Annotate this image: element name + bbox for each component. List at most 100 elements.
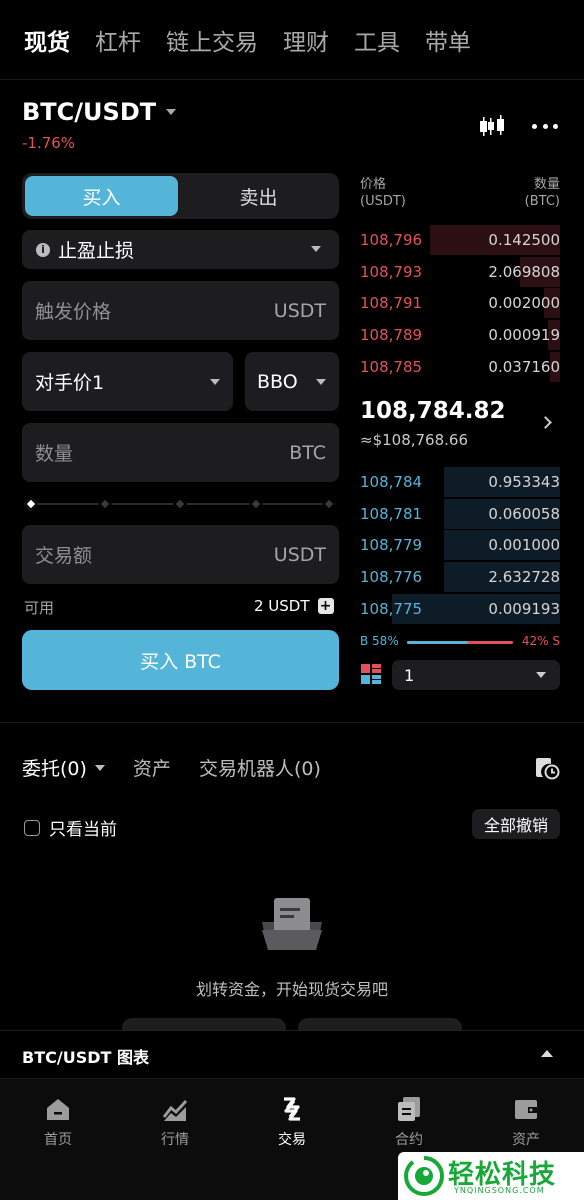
pair-selector[interactable]: BTC/USDT [22,98,177,126]
trigger-price-unit: USDT [273,299,326,322]
only-current-checkbox[interactable]: 只看当前 [24,815,117,840]
bbo-dropdown[interactable]: BBO [245,352,339,411]
trade-icon [284,1097,300,1121]
nav-assets-label: 资产 [512,1132,540,1148]
available-balance: 2 USDT + [254,597,334,615]
bid-qty: 0.009193 [488,599,560,618]
watermark-logo-icon [404,1156,444,1196]
slider-stop-25[interactable] [97,496,113,512]
amount-placeholder: 交易额 [35,545,93,567]
ask-row[interactable]: 108,785 0.037160 [360,351,560,382]
nav-markets-label: 行情 [161,1132,189,1148]
amount-input[interactable]: 交易额 USDT [22,525,339,584]
ask-row[interactable]: 108,796 0.142500 [360,225,560,255]
buy-btc-button[interactable]: 买入 BTC [22,630,339,690]
available-label: 可用 [24,599,55,617]
trigger-price-placeholder: 触发价格 [35,301,112,323]
nav-trade[interactable]: 交易 [252,1095,332,1149]
depth-precision-dropdown[interactable]: 1 [392,660,560,690]
tab-copytrade[interactable]: 带单 [425,23,471,57]
sell-ratio-label: 42% S [521,634,560,648]
ask-row[interactable]: 108,791 0.002000 [360,288,560,319]
plus-icon[interactable]: + [317,598,334,614]
wallet-icon [515,1100,537,1119]
tab-margin[interactable]: 杠杆 [95,23,141,57]
chevron-down-icon [536,672,546,678]
bbo-label: BBO [257,370,298,393]
price-type-dropdown[interactable]: 对手价1 [22,352,233,411]
ratio-bar [407,641,513,644]
order-type-dropdown[interactable]: i 止盈止损 [22,230,339,269]
quantity-input[interactable]: 数量 BTC [22,423,339,482]
buy-sell-toggle: 买入 卖出 [22,173,339,219]
chevron-down-icon [166,109,177,115]
orderbook-layout-icon[interactable] [360,663,382,685]
ask-row[interactable]: 108,793 2.069808 [360,256,560,287]
ask-qty: 0.000919 [488,326,560,345]
buy-tab[interactable]: 买入 [25,176,178,216]
nav-futures-label: 合约 [395,1132,423,1148]
quantity-placeholder: 数量 [35,443,74,465]
bid-row[interactable]: 108,776 2.632728 [360,562,560,593]
ask-price: 108,789 [360,326,423,345]
percent-slider[interactable] [23,496,337,512]
ask-qty: 0.002000 [488,294,560,313]
bid-price: 108,779 [360,536,423,555]
chevron-down-icon [311,246,321,252]
tab-orders[interactable]: 委托(0) [22,754,105,781]
bid-row[interactable]: 108,781 0.060058 [360,498,560,529]
chart-drawer[interactable]: BTC/USDT 图表 [0,1030,584,1078]
cancel-all-button[interactable]: 全部撤销 [472,809,560,839]
bid-row[interactable]: 108,779 0.001000 [360,530,560,561]
ask-row[interactable]: 108,789 0.000919 [360,320,560,351]
price-header-unit: (USDT) [360,194,406,209]
depth-value: 1 [404,665,415,685]
slider-stop-50[interactable] [172,496,188,512]
nav-futures[interactable]: 合约 [369,1095,449,1149]
tab-assets[interactable]: 资产 [133,754,171,781]
slider-stop-0[interactable] [23,496,39,512]
bid-qty: 0.001000 [488,536,560,555]
bid-price: 108,781 [360,504,423,523]
nav-assets[interactable]: 资产 [486,1095,566,1149]
candlestick-icon[interactable] [478,112,506,140]
slider-stop-75[interactable] [248,496,264,512]
amount-unit: USDT [273,543,326,566]
qty-header-unit: (BTC) [524,194,560,209]
bid-row[interactable]: 108,775 0.009193 [360,593,560,624]
nav-home[interactable]: 首页 [18,1095,98,1149]
tab-trading-bots[interactable]: 交易机器人(0) [199,754,321,781]
mid-price[interactable]: 108,784.82 [360,398,506,424]
empty-state-text: 划转资金，开始现货交易吧 [195,980,388,999]
ask-price: 108,793 [360,262,423,281]
divider [0,722,584,723]
chevron-right-icon[interactable] [539,416,552,429]
mid-price-usd: ≈$108,768.66 [360,431,468,449]
ask-price: 108,785 [360,357,423,376]
bid-price: 108,784 [360,473,423,491]
ask-qty: 2.069808 [488,262,560,281]
chevron-down-icon [94,764,105,771]
quantity-unit: BTC [289,441,326,464]
chevron-down-icon [316,378,326,385]
tab-spot[interactable]: 现货 [24,23,70,57]
ask-price: 108,791 [360,294,423,313]
order-history-icon[interactable] [534,755,560,781]
watermark: 轻松科技 YNQINGSONG.COM [398,1152,584,1200]
bid-qty: 0.953343 [488,473,560,491]
nav-markets[interactable]: 行情 [135,1095,215,1149]
sell-tab[interactable]: 卖出 [181,176,336,216]
more-icon[interactable] [532,120,558,132]
bid-row[interactable]: 108,784 0.953343 [360,467,560,497]
watermark-sub: YNQINGSONG.COM [454,1186,545,1195]
ask-qty: 0.142500 [488,231,560,249]
ask-price: 108,796 [360,231,423,249]
checkbox-icon [24,819,40,836]
slider-stop-100[interactable] [321,496,337,512]
tab-onchain[interactable]: 链上交易 [166,23,258,57]
chart-drawer-title: BTC/USDT 图表 [22,1048,149,1067]
tab-earn[interactable]: 理财 [283,23,329,57]
trigger-price-input[interactable]: 触发价格 USDT [22,281,339,340]
tab-tools[interactable]: 工具 [354,23,400,57]
tab-orders-label: 委托(0) [22,758,87,780]
